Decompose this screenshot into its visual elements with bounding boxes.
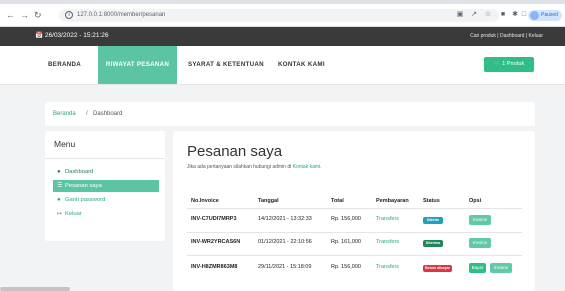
column-header-tanggal: Tanggal [258,198,279,204]
horizontal-scrollbar[interactable] [0,287,70,291]
subtitle-text: Jika ada pertanyaan silahkan hubungi adm… [187,164,292,170]
nav-kontak-kami[interactable]: KONTAK KAMI [278,46,325,84]
status-badge: Belum dibayar [423,265,452,272]
share-icon[interactable]: ↗ [470,11,478,19]
cell-date: 01/12/2021 - 22:10:56 [258,239,312,245]
forward-icon[interactable]: → [20,10,29,20]
breadcrumb-home[interactable]: Beranda [53,102,76,126]
pay-button[interactable]: Bayar [469,263,486,273]
column-header-opsi: Opsi [469,198,482,204]
cell-invoice: INV-H8ZMR863M8 [191,264,238,270]
cell-payment: Transfers [376,216,400,222]
top-links[interactable]: Cari produk | Dashboard | Keluar [470,33,543,40]
cell-date: 29/11/2021 - 15:18:09 [258,264,312,270]
cart-icon: 🛒 [493,61,501,67]
cart-label: 1 Produk [502,61,525,67]
page-title: Pesanan saya [187,143,283,160]
column-header-invoice: No.Invoice [191,198,219,204]
column-header-total: Total [331,198,344,204]
sidebar-item-ganti-password[interactable]: ● Ganti password [53,194,159,206]
sidebar-item-label: Keluar [65,211,82,217]
sidebar-item-keluar[interactable]: ↦ Keluar [53,208,159,220]
sidepanel-icon[interactable]: □ [520,11,528,19]
table-divider [187,232,522,233]
cell-date: 14/12/2021 - 13:32:33 [258,216,312,222]
sidebar-item-label: Pesanan saya [65,183,102,189]
invoice-button[interactable]: Invoice [469,238,491,248]
cell-invoice: INV-C7UDI7MRP3 [191,216,237,222]
sidebar-item-pesanan-saya[interactable]: ☰ Pesanan saya [53,180,159,192]
nav-riwayat-pesanan[interactable]: RIWAYAT PESANAN [98,46,177,84]
cell-payment: Transfers [376,239,400,245]
table-divider [187,208,522,209]
lock-icon: ● [57,197,61,203]
cell-total: Rp. 161,000 [331,239,361,245]
logout-icon: ↦ [57,211,63,217]
profile-label: Paused [541,12,558,18]
sidebar-item-label: Ganti password [65,197,106,203]
address-bar[interactable]: i 127.0.0.1:8000/member/pesanan [59,9,499,22]
cell-payment: Transfers [376,264,400,270]
list-icon: ☰ [57,183,63,189]
invoice-button[interactable]: Invoice [490,263,512,273]
info-icon[interactable]: i [65,11,73,19]
cell-invoice: INV-WR2YRCAS6N [191,239,241,245]
nav-beranda[interactable]: BERANDA [48,46,81,84]
breadcrumb: Beranda / Dashboard [45,102,535,126]
nav-syarat-ketentuan[interactable]: SYARAT & KETENTUAN [188,46,264,84]
datetime-text: 26/03/2022 - 15:21:26 [44,32,109,39]
top-info-bar: 📅 26/03/2022 - 15:21:26 Cari produk | Da… [0,27,565,46]
column-header-status: Status [423,198,440,204]
reload-icon[interactable]: ↻ [34,10,42,20]
invoice-button[interactable]: Invoice [469,215,491,225]
page-subtitle: Jika ada pertanyaan silahkan hubungi adm… [187,164,322,171]
translate-icon[interactable]: ▣ [456,11,464,19]
breadcrumb-separator: / [86,111,88,117]
datetime: 📅 26/03/2022 - 15:21:26 [35,32,109,39]
dashboard-icon: ● [57,169,61,175]
divider [45,158,165,159]
status-badge: Dikirim [423,217,443,224]
star-icon[interactable]: ☆ [484,11,492,19]
avatar [530,11,539,20]
table-divider [187,255,522,256]
extension-puzzle-icon[interactable]: ✱ [511,11,519,19]
sidebar-menu: Menu ● Dashboard ☰ Pesanan saya ● Ganti … [45,131,165,241]
address-url: 127.0.0.1:8000/member/pesanan [77,12,166,18]
cart-button[interactable]: 🛒 1 Produk [484,57,534,72]
breadcrumb-current: Dashboard [93,111,123,117]
sidebar-title: Menu [54,139,76,149]
status-badge: Diterima [423,240,443,247]
cell-total: Rp. 156,000 [331,216,361,222]
sidebar-item-label: Dashboard [65,169,94,175]
sidebar-item-dashboard[interactable]: ● Dashboard [53,166,159,178]
browser-chrome: ← → ↻ i 127.0.0.1:8000/member/pesanan ▣ … [0,0,565,27]
browser-toolbar: ← → ↻ i 127.0.0.1:8000/member/pesanan ▣ … [0,4,565,27]
column-header-pembayaran: Pembayaran [376,198,409,204]
main-nav: BERANDA RIWAYAT PESANAN SYARAT & KETENTU… [0,46,565,85]
orders-panel: Pesanan saya Jika ada pertanyaan silahka… [173,131,535,291]
contact-link[interactable]: Kontak kami. [293,164,322,170]
extension-icon[interactable]: ■ [499,11,507,19]
profile-button[interactable]: Paused [528,10,562,21]
back-icon[interactable]: ← [6,10,15,20]
cell-total: Rp. 156,000 [331,264,361,270]
